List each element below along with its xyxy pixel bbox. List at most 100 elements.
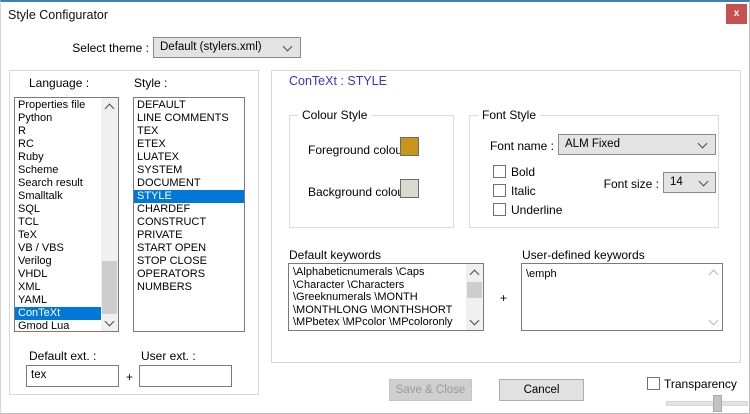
underline-label: Underline	[511, 203, 562, 217]
colour-style-title: Colour Style	[298, 108, 371, 122]
list-item[interactable]: Ruby	[18, 151, 101, 164]
style-label: Style :	[134, 76, 167, 90]
list-item[interactable]: Verilog	[18, 255, 101, 268]
list-item[interactable]: LINE COMMENTS	[137, 112, 244, 125]
list-item[interactable]: ConTeXt	[15, 307, 101, 320]
list-item[interactable]: R	[18, 125, 101, 138]
theme-select[interactable]: Default (stylers.xml)	[153, 37, 301, 58]
list-item[interactable]: Properties file	[18, 99, 101, 112]
style-list: DEFAULTLINE COMMENTSTEXETEXLUATEXSYSTEMD…	[134, 98, 244, 331]
chevron-down-icon	[699, 177, 709, 187]
scroll-up-icon[interactable]	[101, 98, 118, 115]
chevron-down-icon	[283, 42, 293, 52]
language-listbox[interactable]: Properties filePythonRRCRubySchemeSearch…	[14, 97, 119, 332]
transparency-checkbox[interactable]	[647, 377, 660, 390]
font-name-value: ALM Fixed	[565, 138, 620, 150]
default-ext-label: Default ext. :	[29, 349, 96, 363]
scroll-down-icon	[705, 313, 722, 330]
style-configurator-dialog: Style Configurator x Select theme : Defa…	[0, 0, 750, 414]
default-keywords-box[interactable]: \Alphabeticnumerals \Caps\Character \Cha…	[288, 263, 484, 331]
list-item[interactable]: LUATEX	[137, 151, 244, 164]
font-size-label: Font size :	[601, 177, 659, 191]
scrollbar-thumb[interactable]	[102, 261, 117, 315]
scrollbar-thumb[interactable]	[467, 282, 482, 298]
list-item[interactable]: ETEX	[137, 138, 244, 151]
cancel-button[interactable]: Cancel	[499, 379, 584, 401]
scroll-down-icon[interactable]	[466, 313, 483, 330]
user-keywords-text: \emph	[526, 268, 557, 280]
user-keywords-label: User-defined keywords	[522, 248, 645, 262]
background-colour-label: Background colour	[308, 185, 408, 199]
list-item[interactable]: YAML	[18, 294, 101, 307]
user-keywords-box[interactable]: \emph	[521, 263, 723, 331]
bold-label: Bold	[511, 165, 535, 179]
list-item[interactable]: Smalltalk	[18, 190, 101, 203]
scroll-down-icon[interactable]	[101, 314, 118, 331]
font-size-value: 14	[670, 176, 683, 188]
list-item[interactable]: TEX	[137, 125, 244, 138]
keywords-plus-sign: +	[500, 291, 507, 305]
list-item[interactable]: STYLE	[134, 190, 244, 203]
list-item: \Character \Characters	[293, 279, 466, 292]
chevron-down-icon	[698, 139, 708, 149]
list-item[interactable]: STOP CLOSE	[137, 255, 244, 268]
transparency-slider-thumb[interactable]	[713, 395, 722, 412]
style-listbox[interactable]: DEFAULTLINE COMMENTSTEXETEXLUATEXSYSTEMD…	[133, 97, 245, 332]
italic-label: Italic	[511, 184, 536, 198]
select-theme-label: Select theme :	[61, 41, 149, 55]
list-item[interactable]: CONSTRUCT	[137, 216, 244, 229]
list-item[interactable]: PRIVATE	[137, 229, 244, 242]
list-item[interactable]: Scheme	[18, 164, 101, 177]
italic-checkbox[interactable]	[493, 184, 506, 197]
list-item[interactable]: NUMBERS	[137, 281, 244, 294]
transparency-label: Transparency	[664, 377, 737, 391]
list-item[interactable]: VB / VBS	[18, 242, 101, 255]
default-keywords-scrollbar[interactable]	[466, 264, 483, 330]
list-item[interactable]: SQL	[18, 203, 101, 216]
list-item[interactable]: Search result	[18, 177, 101, 190]
scroll-up-icon[interactable]	[466, 264, 483, 281]
list-item[interactable]: VHDL	[18, 268, 101, 281]
list-item[interactable]: OPERATORS	[137, 268, 244, 281]
list-item: \MPbetex \MPcolor \MPcoloronly	[293, 316, 466, 329]
default-keywords-text: \Alphabeticnumerals \Caps\Character \Cha…	[289, 264, 466, 330]
transparency-slider-track[interactable]	[666, 401, 748, 406]
list-item[interactable]: Gmod Lua	[18, 320, 101, 332]
list-item[interactable]: TeX	[18, 229, 101, 242]
list-item[interactable]: Python	[18, 112, 101, 125]
list-item[interactable]: RC	[18, 138, 101, 151]
bold-checkbox[interactable]	[493, 165, 506, 178]
close-button[interactable]: x	[726, 4, 747, 24]
list-item[interactable]: CHARDEF	[137, 203, 244, 216]
list-item: \MONTHLONG \MONTHSHORT	[293, 304, 466, 317]
ext-plus-sign: +	[126, 370, 133, 384]
font-size-select[interactable]: 14	[663, 172, 716, 193]
list-item[interactable]: SYSTEM	[137, 164, 244, 177]
list-item[interactable]: DOCUMENT	[137, 177, 244, 190]
underline-checkbox[interactable]	[493, 203, 506, 216]
colour-style-fieldset: Colour Style	[289, 115, 454, 228]
window-title: Style Configurator	[8, 8, 108, 22]
list-item[interactable]: START OPEN	[137, 242, 244, 255]
language-scrollbar[interactable]	[101, 98, 118, 331]
font-style-title: Font Style	[478, 108, 540, 122]
user-keywords-scrollbar[interactable]	[705, 264, 722, 330]
user-ext-label: User ext. :	[141, 349, 196, 363]
background-colour-swatch[interactable]	[400, 179, 419, 198]
default-ext-input[interactable]: tex	[26, 365, 119, 387]
list-item[interactable]: TCL	[18, 216, 101, 229]
language-label: Language :	[29, 76, 89, 90]
foreground-colour-label: Foreground colour	[308, 143, 406, 157]
theme-select-value: Default (stylers.xml)	[160, 41, 262, 53]
list-item[interactable]: XML	[18, 281, 101, 294]
list-item[interactable]: DEFAULT	[137, 99, 244, 112]
current-selection-header: ConTeXt : STYLE	[289, 74, 387, 88]
font-name-select[interactable]: ALM Fixed	[558, 134, 716, 155]
foreground-colour-swatch[interactable]	[400, 137, 419, 156]
default-keywords-label: Default keywords	[289, 248, 381, 262]
font-name-label: Font name :	[479, 139, 554, 153]
language-list: Properties filePythonRRCRubySchemeSearch…	[15, 98, 101, 331]
save-close-button[interactable]: Save & Close	[389, 379, 472, 401]
list-item: \Alphabeticnumerals \Caps	[293, 266, 466, 279]
user-ext-input[interactable]	[139, 365, 232, 387]
